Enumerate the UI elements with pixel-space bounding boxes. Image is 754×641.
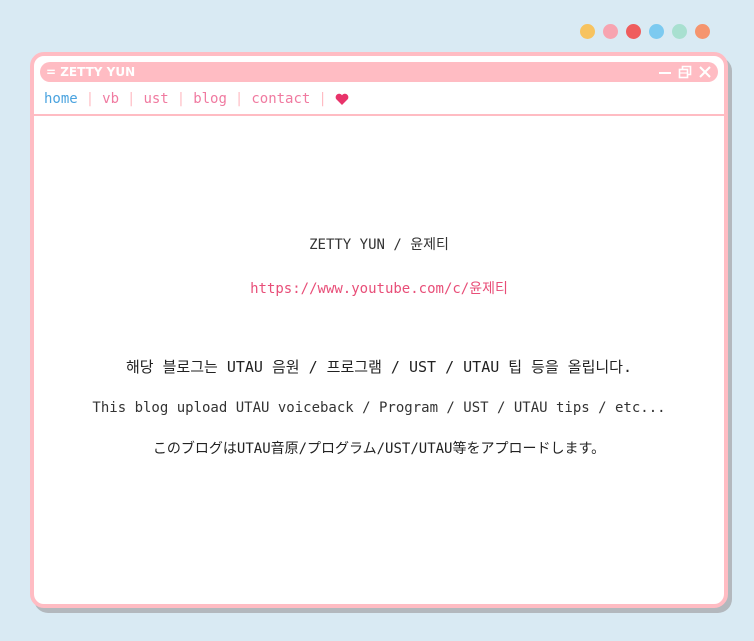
window-title: = ZETTY YUN <box>46 65 136 79</box>
dot-red <box>626 24 641 39</box>
nav-divider <box>34 114 724 116</box>
description-japanese: このブログはUTAU音原/プログラム/UST/UTAU等をアプロードします。 <box>152 441 606 457</box>
heart-icon[interactable] <box>335 93 349 106</box>
window-titlebar: = ZETTY YUN <box>40 62 718 82</box>
nav-separator: | <box>176 91 186 107</box>
nav-blog[interactable]: blog <box>193 91 227 107</box>
decorative-dots <box>580 24 710 39</box>
nav-vb[interactable]: vb <box>102 91 119 107</box>
nav-home[interactable]: home <box>44 91 78 107</box>
window-controls <box>658 62 712 82</box>
nav-ust[interactable]: ust <box>143 91 168 107</box>
top-nav: home | vb | ust | blog | contact | <box>44 91 349 107</box>
nav-separator: | <box>234 91 244 107</box>
close-icon[interactable] <box>698 65 712 79</box>
description-english: This blog upload UTAU voiceback / Progra… <box>92 400 666 416</box>
dot-orange <box>695 24 710 39</box>
dot-mint <box>672 24 687 39</box>
dot-pink <box>603 24 618 39</box>
description-korean: 해당 블로그는 UTAU 음원 / 프로그램 / UST / UTAU 팁 등을… <box>125 358 633 376</box>
restore-icon[interactable] <box>678 65 692 79</box>
youtube-link[interactable]: https://www.youtube.com/c/윤제티 <box>34 278 724 298</box>
nav-separator: | <box>318 91 327 107</box>
dot-blue <box>649 24 664 39</box>
minimize-icon[interactable] <box>658 65 672 79</box>
blog-window: = ZETTY YUN home | vb | ust | blog | con… <box>30 52 728 608</box>
nav-separator: | <box>127 91 136 107</box>
author-name: ZETTY YUN / 윤제티 <box>309 237 449 253</box>
nav-separator: | <box>85 91 95 107</box>
dot-yellow <box>580 24 595 39</box>
nav-contact[interactable]: contact <box>251 91 310 107</box>
